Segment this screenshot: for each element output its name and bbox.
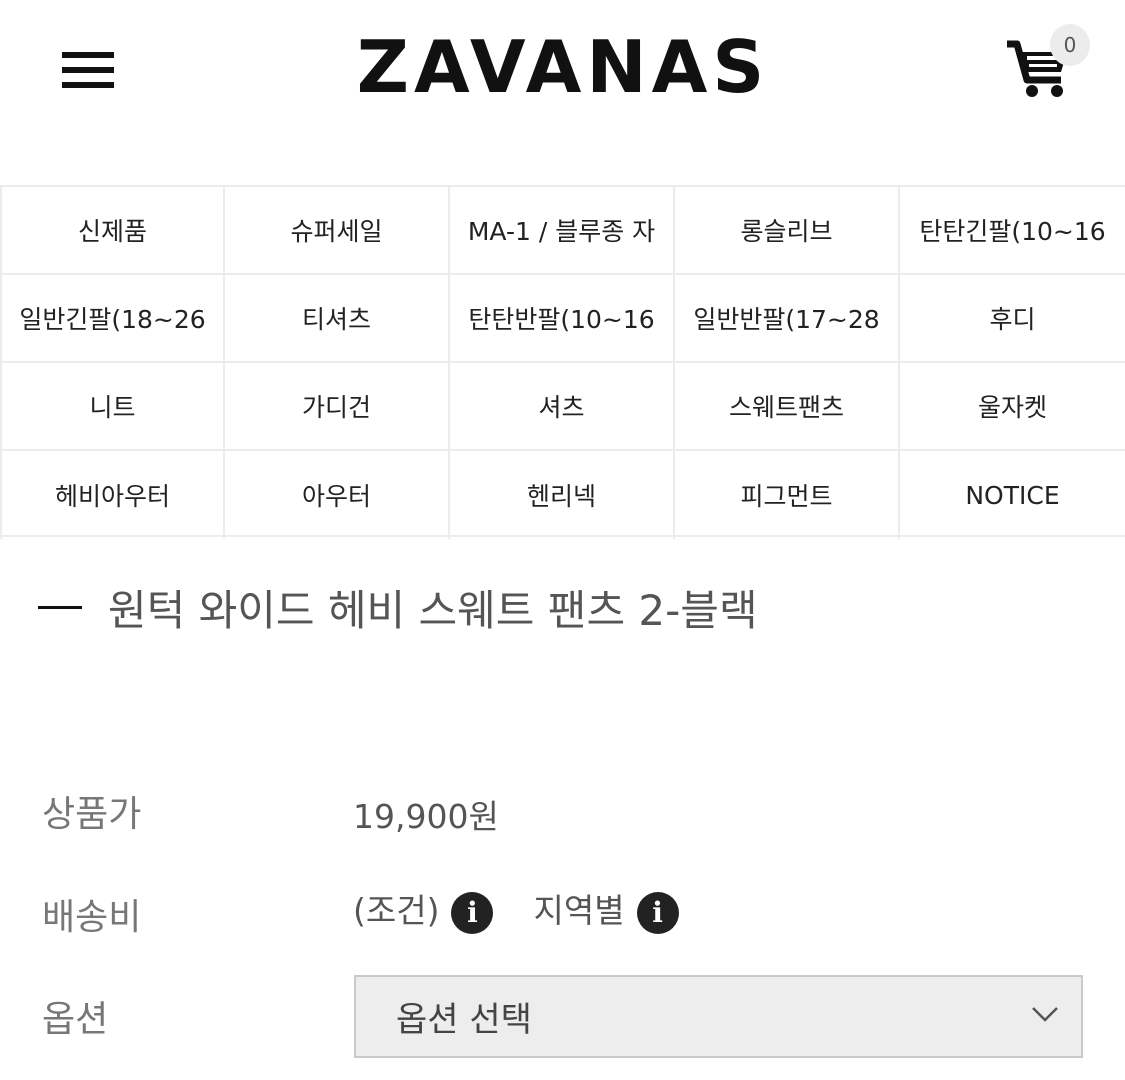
category-item[interactable]: 탄탄반팔(10~16 [450, 275, 675, 363]
product-title-row: 원턱 와이드 헤비 스웨트 팬츠 2-블랙 [38, 572, 758, 642]
category-grid: 신제품 슈퍼세일 MA-1 / 블루종 자 롱슬리브 탄탄긴팔(10~16 일반… [0, 185, 1125, 539]
menu-bar [62, 82, 114, 88]
price-value: 19,900원 [353, 797, 499, 836]
category-item[interactable]: 헤비아우터 [0, 451, 225, 539]
category-item[interactable]: 롱슬리브 [675, 187, 900, 275]
category-item[interactable]: 후디 [900, 275, 1125, 363]
category-item[interactable]: 스웨트팬츠 [675, 363, 900, 451]
hamburger-menu-icon[interactable] [62, 52, 114, 92]
option-select[interactable]: 옵션 선택 [354, 975, 1083, 1058]
category-item[interactable]: 니트 [0, 363, 225, 451]
shipping-region: 지역별 [533, 891, 625, 930]
category-item[interactable]: 슈퍼세일 [225, 187, 450, 275]
option-select-value: 옵션 선택 [396, 1000, 532, 1040]
category-item[interactable]: 일반긴팔(18~26 [0, 275, 225, 363]
category-item[interactable]: 티셔츠 [225, 275, 450, 363]
category-item[interactable]: 피그먼트 [675, 451, 900, 539]
header: ZAVANAS 0 [0, 0, 1125, 185]
category-item[interactable]: 울자켓 [900, 363, 1125, 451]
category-item[interactable]: 셔츠 [450, 363, 675, 451]
info-icon[interactable]: i [451, 891, 494, 934]
menu-bar [62, 67, 114, 73]
category-item[interactable]: 아우터 [225, 451, 450, 539]
info-icon[interactable]: i [636, 891, 679, 934]
category-item[interactable]: 헨리넥 [450, 451, 675, 539]
cart-count-badge: 0 [1050, 24, 1090, 66]
category-item[interactable]: 탄탄긴팔(10~16 [900, 187, 1125, 275]
category-item[interactable]: 일반반팔(17~28 [675, 275, 900, 363]
category-item[interactable]: MA-1 / 블루종 자 [450, 187, 675, 275]
price-label: 상품가 [42, 794, 142, 835]
product-title: 원턱 와이드 헤비 스웨트 팬츠 2-블랙 [108, 585, 758, 635]
title-dash [38, 605, 82, 609]
shipping-info: (조건) i 지역별 i [353, 884, 679, 934]
chevron-down-icon [1032, 1007, 1058, 1022]
category-item[interactable]: 가디건 [225, 363, 450, 451]
category-item[interactable]: NOTICE [900, 451, 1125, 539]
category-item[interactable]: 신제품 [0, 187, 225, 275]
site-logo[interactable]: ZAVANAS [336, 25, 790, 109]
menu-bar [62, 52, 114, 58]
shipping-label: 배송비 [42, 897, 142, 938]
option-label: 옵션 [42, 999, 109, 1040]
shipping-condition: (조건) [353, 891, 440, 930]
